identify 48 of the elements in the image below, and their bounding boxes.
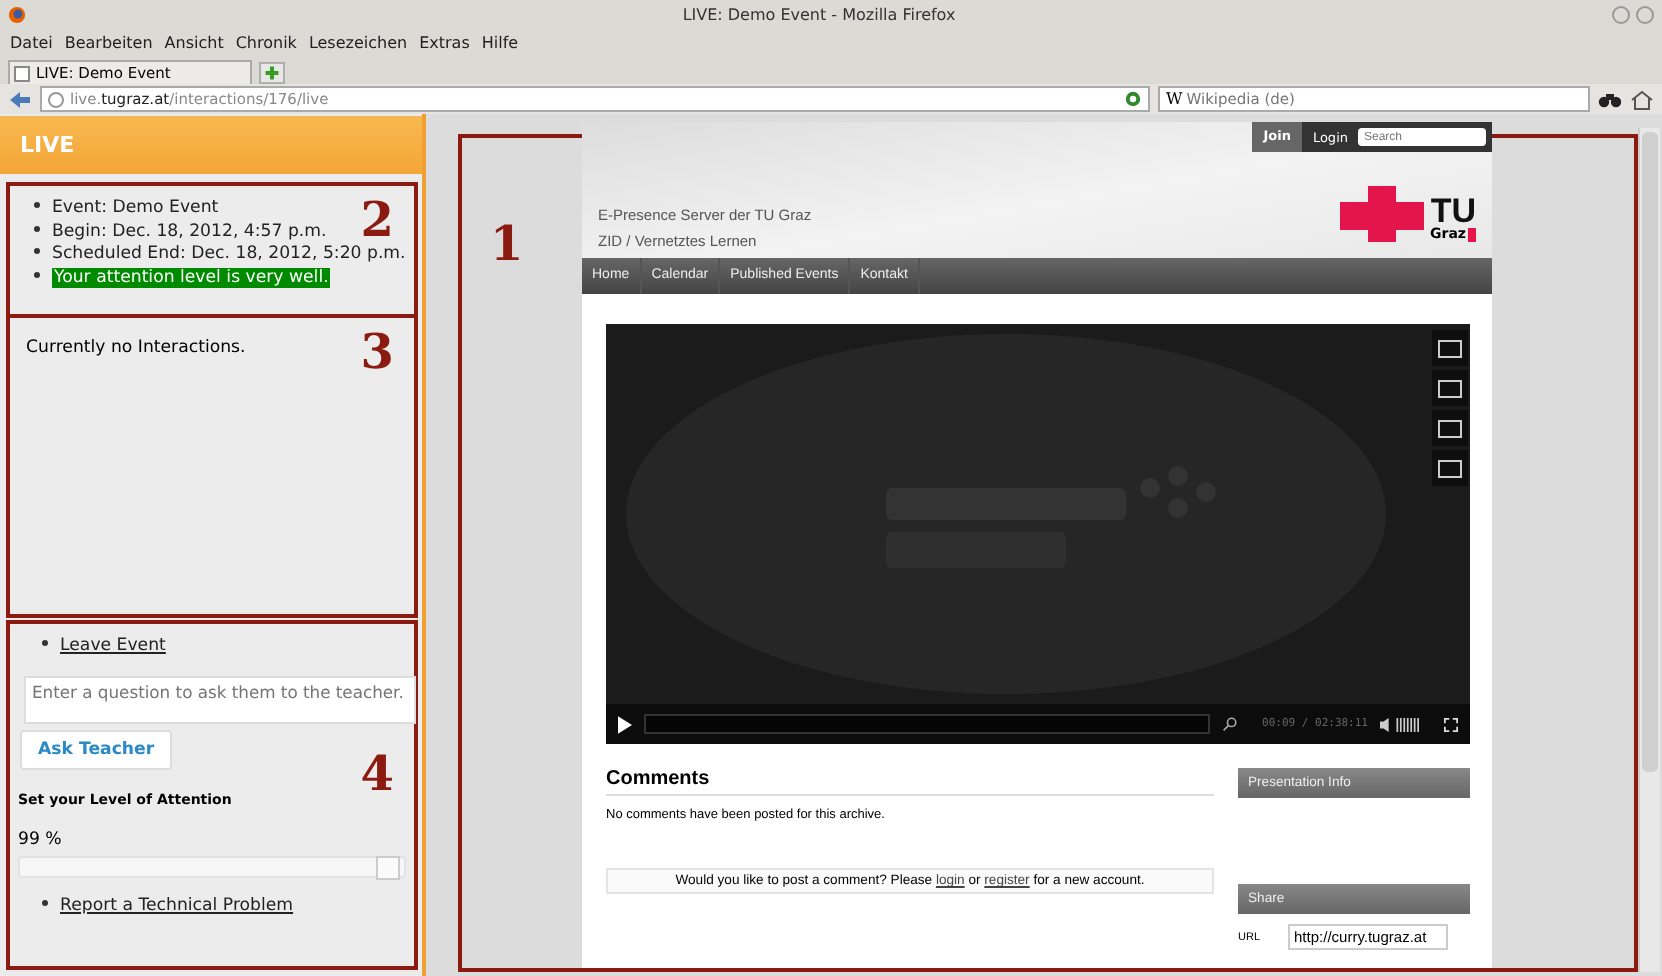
window-title: LIVE: Demo Event - Mozilla Firefox bbox=[680, 5, 958, 23]
comments-heading: Comments bbox=[606, 768, 1214, 796]
attention-reading: 99 % bbox=[18, 829, 64, 849]
event-info-text: Begin: Dec. 18, 2012, 4:57 p.m. bbox=[52, 221, 327, 241]
layout-icon[interactable] bbox=[1432, 450, 1468, 486]
interactions-text: Currently no Interactions. bbox=[26, 338, 246, 358]
binoculars-icon[interactable] bbox=[1598, 89, 1622, 109]
scrollbar[interactable] bbox=[1638, 128, 1660, 972]
annotation-number: 2 bbox=[360, 190, 394, 248]
annotation-number: 1 bbox=[490, 214, 524, 272]
annotation-number: 3 bbox=[360, 322, 394, 380]
back-arrow-icon[interactable] bbox=[8, 89, 32, 109]
slider-thumb[interactable] bbox=[376, 855, 401, 879]
attention-slider[interactable] bbox=[18, 855, 406, 877]
play-icon[interactable] bbox=[618, 715, 632, 733]
event-info-text: Scheduled End: Dec. 18, 2012, 5:20 p.m. bbox=[52, 244, 406, 264]
ask-teacher-button[interactable]: Ask Teacher bbox=[20, 729, 173, 769]
firefox-icon bbox=[8, 5, 26, 23]
menu-item[interactable]: Lesezeichen bbox=[308, 34, 408, 52]
fullscreen-icon[interactable] bbox=[1444, 717, 1458, 731]
bullet-icon bbox=[42, 640, 48, 647]
reload-icon[interactable] bbox=[1124, 90, 1142, 108]
live-header: LIVE bbox=[0, 116, 422, 174]
menu-item[interactable]: Bearbeiten bbox=[64, 34, 153, 52]
logo-blocks-icon bbox=[1340, 186, 1428, 242]
bullet-icon bbox=[34, 248, 40, 255]
question-field[interactable]: Enter a question to ask them to the teacher. bbox=[24, 675, 416, 723]
menu-item[interactable]: Ansicht bbox=[164, 34, 224, 52]
menu-item[interactable]: Extras bbox=[419, 34, 470, 52]
attention-status: Your attention level is very well. bbox=[52, 267, 331, 287]
leave-event-link[interactable]: Leave Event bbox=[60, 636, 166, 656]
bullet-icon bbox=[42, 899, 48, 906]
menu-item[interactable]: Datei bbox=[10, 34, 53, 52]
logo-text: TU bbox=[1430, 194, 1476, 228]
annotation-number: 4 bbox=[360, 744, 394, 802]
bullet-icon bbox=[34, 202, 40, 209]
new-tab-icon[interactable] bbox=[258, 62, 286, 84]
layout-icon[interactable] bbox=[1432, 370, 1468, 406]
bullet-icon bbox=[34, 271, 40, 278]
layout-icon[interactable] bbox=[1432, 330, 1468, 366]
bullet-icon bbox=[34, 225, 40, 232]
event-info-text: Event: Demo Event bbox=[52, 198, 219, 218]
menu-item[interactable]: Chronik bbox=[235, 34, 297, 52]
home-icon[interactable] bbox=[1630, 89, 1654, 109]
search-icon[interactable] bbox=[1222, 716, 1239, 732]
layout-icon[interactable] bbox=[1432, 410, 1468, 446]
menu-item[interactable]: Hilfe bbox=[481, 34, 519, 52]
report-problem-link[interactable]: Report a Technical Problem bbox=[60, 895, 294, 915]
